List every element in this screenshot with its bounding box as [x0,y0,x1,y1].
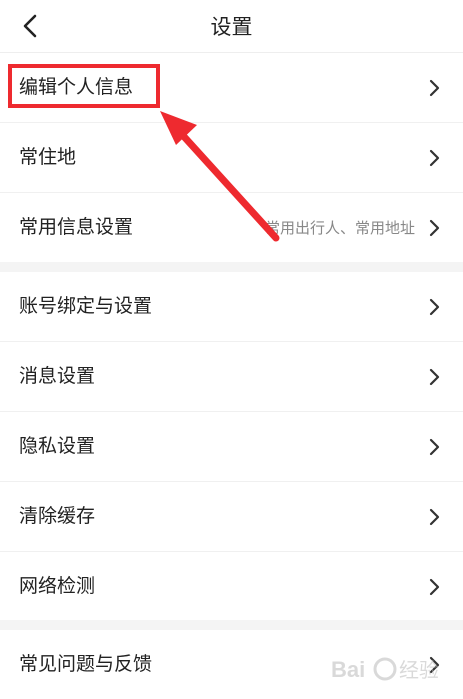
baidu-jingyan-watermark-icon: Bai 经验 [331,657,439,682]
svg-text:Bai: Bai [331,657,365,682]
annotation-arrow-icon [160,111,280,242]
svg-text:经验: 经验 [399,658,439,682]
